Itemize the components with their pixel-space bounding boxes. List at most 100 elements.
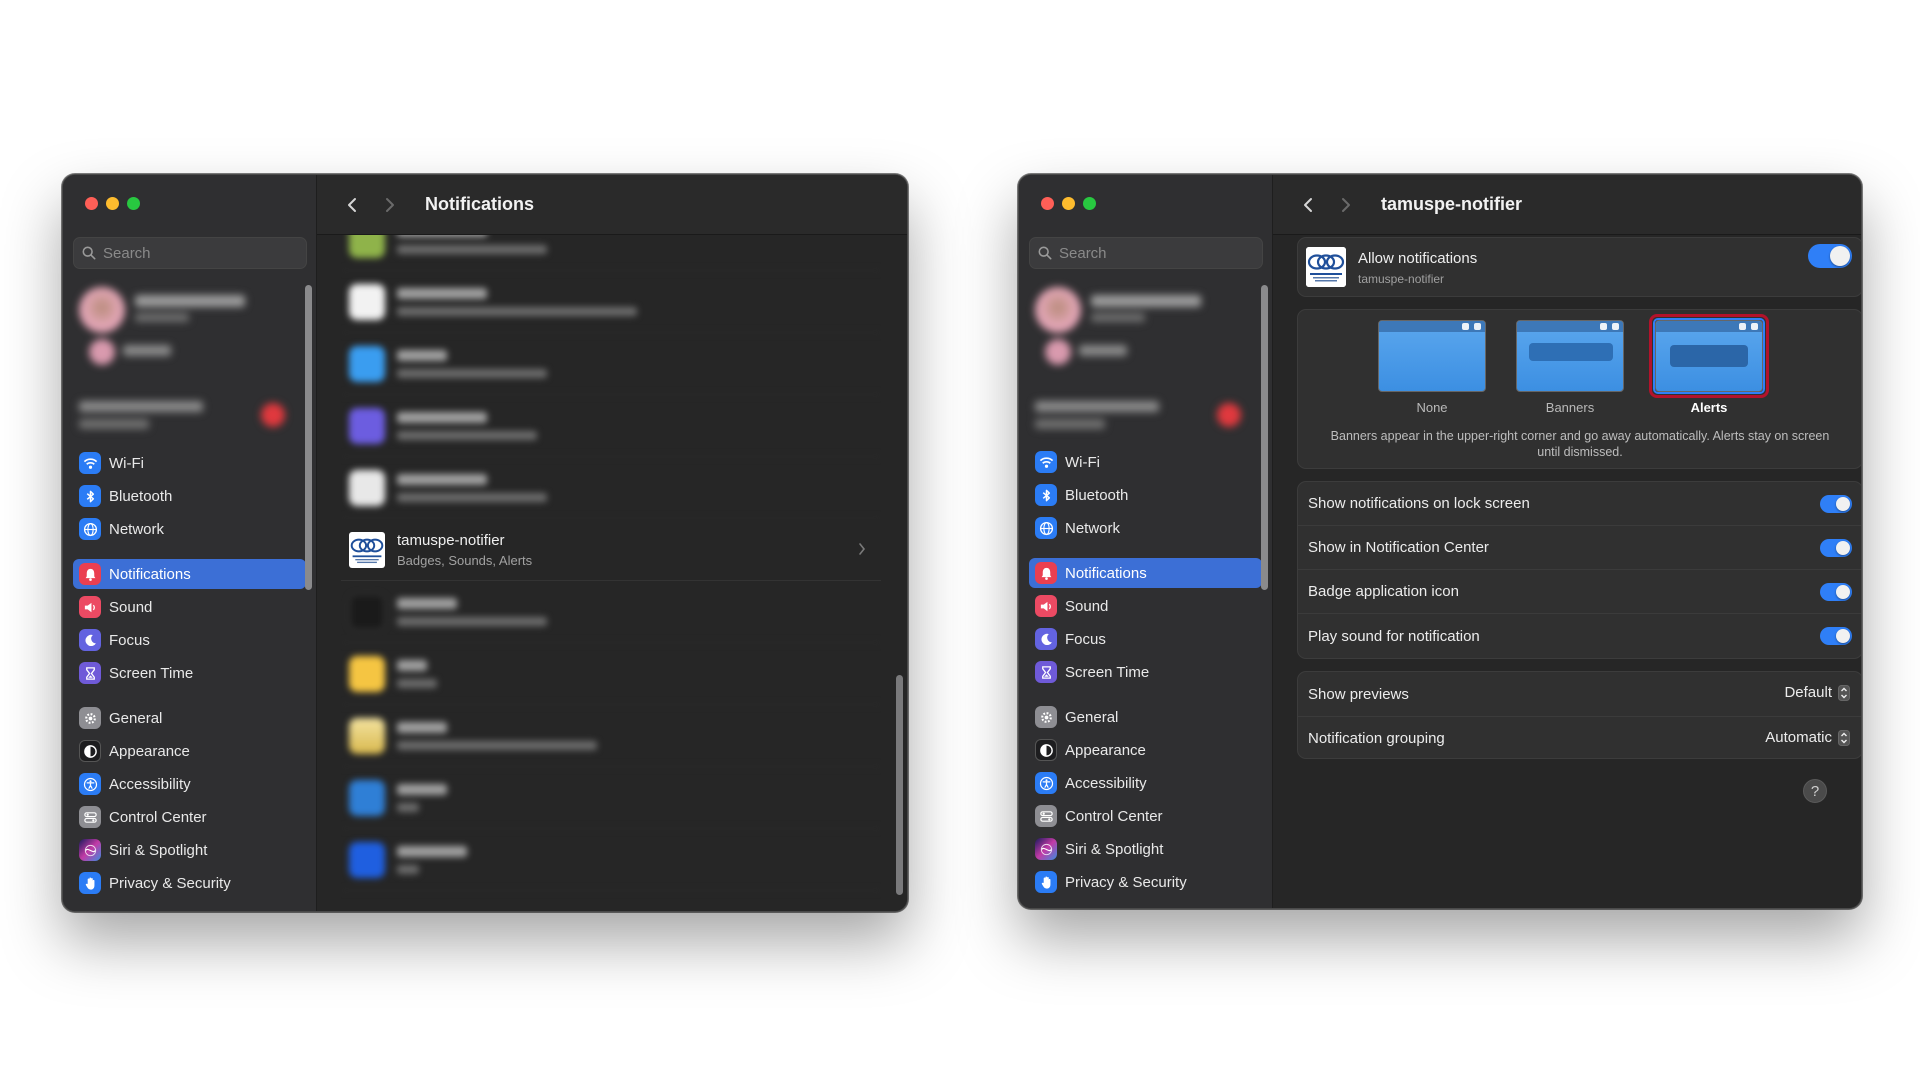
- list-item[interactable]: [341, 767, 881, 829]
- globe-icon: [1035, 517, 1057, 539]
- alert-style-banners[interactable]: Banners: [1516, 320, 1624, 415]
- sidebar-item-appearance[interactable]: Appearance: [1029, 735, 1262, 765]
- account-blurred[interactable]: [1031, 283, 1251, 393]
- show-previews-select[interactable]: Default: [1784, 684, 1850, 701]
- app-row-tamuspe-notifier[interactable]: tamuspe-notifier Badges, Sounds, Alerts: [341, 519, 881, 581]
- tamuspe-logo-icon: [1306, 247, 1346, 287]
- lock-screen-toggle[interactable]: [1820, 495, 1852, 513]
- page-title: Notifications: [425, 194, 535, 214]
- sidebar-item-privacy-security[interactable]: Privacy & Security: [73, 868, 306, 898]
- chevron-right-icon: [384, 197, 396, 213]
- search-icon: [82, 246, 96, 260]
- update-badge: [1217, 403, 1241, 427]
- sidebar-item-control-center[interactable]: Control Center: [1029, 801, 1262, 831]
- alert-style-card: None Banners Alerts Banners appear in th…: [1297, 309, 1861, 469]
- settings-window-left: Wi-Fi Bluetooth Network Notifications So…: [62, 174, 908, 912]
- sidebar-item-sound[interactable]: Sound: [1029, 591, 1262, 621]
- accessibility-icon: [79, 773, 101, 795]
- notification-grouping-select[interactable]: Automatic: [1765, 729, 1850, 746]
- sidebar-item-wifi[interactable]: Wi-Fi: [73, 448, 306, 478]
- sidebar-item-accessibility[interactable]: Accessibility: [73, 769, 306, 799]
- minimize-button[interactable]: [1062, 197, 1075, 210]
- sidebar-scrollbar[interactable]: [305, 285, 312, 590]
- search-input[interactable]: [103, 244, 293, 262]
- option-show-previews: Show previews Default: [1298, 672, 1862, 716]
- allow-notifications-toggle[interactable]: [1808, 244, 1852, 268]
- back-button[interactable]: [341, 194, 363, 216]
- sidebar-item-focus[interactable]: Focus: [1029, 624, 1262, 654]
- app-alert-summary: Badges, Sounds, Alerts: [397, 552, 533, 568]
- chevron-right-icon: [857, 541, 867, 557]
- chevron-right-icon: [1340, 197, 1352, 213]
- selected-style-highlight: [1649, 314, 1769, 398]
- search-field[interactable]: [1029, 237, 1263, 269]
- style-label-none: None: [1416, 400, 1448, 415]
- sidebar-item-control-center[interactable]: Control Center: [73, 802, 306, 832]
- allow-notifications-label: Allow notifications: [1358, 250, 1478, 267]
- list-item[interactable]: [341, 457, 881, 519]
- sidebar-item-sound[interactable]: Sound: [73, 592, 306, 622]
- option-lock-screen: Show notifications on lock screen: [1298, 482, 1861, 526]
- list-item[interactable]: [341, 271, 881, 333]
- sidebar-item-bluetooth[interactable]: Bluetooth: [1029, 480, 1262, 510]
- notification-center-toggle[interactable]: [1820, 539, 1852, 557]
- search-input[interactable]: [1059, 244, 1249, 262]
- main-scrollbar[interactable]: [896, 675, 903, 895]
- updown-chevron-icon: [1838, 730, 1850, 746]
- badge-icon-toggle[interactable]: [1820, 583, 1852, 601]
- main-pane: Notifications tamuspe-notifier Badges, S…: [317, 175, 907, 911]
- sidebar-item-siri-spotlight[interactable]: Siri & Spotlight: [73, 835, 306, 865]
- zoom-button[interactable]: [1083, 197, 1096, 210]
- zoom-button[interactable]: [127, 197, 140, 210]
- gear-icon: [1035, 706, 1057, 728]
- list-item[interactable]: [341, 333, 881, 395]
- sidebar-item-general[interactable]: General: [73, 703, 306, 733]
- list-item[interactable]: [341, 395, 881, 457]
- help-button[interactable]: ?: [1803, 779, 1827, 803]
- list-item[interactable]: [341, 235, 881, 271]
- sidebar-item-general[interactable]: General: [1029, 702, 1262, 732]
- sidebar-item-siri-spotlight[interactable]: Siri & Spotlight: [1029, 834, 1262, 864]
- sidebar-item-wifi[interactable]: Wi-Fi: [1029, 447, 1262, 477]
- option-badge-icon: Badge application icon: [1298, 570, 1861, 614]
- sidebar-item-focus[interactable]: Focus: [73, 625, 306, 655]
- sidebar-item-accessibility[interactable]: Accessibility: [1029, 768, 1262, 798]
- close-button[interactable]: [1041, 197, 1054, 210]
- alert-style-description: Banners appear in the upper-right corner…: [1330, 429, 1830, 459]
- play-sound-toggle[interactable]: [1820, 627, 1852, 645]
- back-button[interactable]: [1297, 194, 1319, 216]
- accessibility-icon: [1035, 772, 1057, 794]
- sidebar-scrollbar[interactable]: [1261, 285, 1268, 590]
- list-item[interactable]: [341, 643, 881, 705]
- option-play-sound: Play sound for notification: [1298, 614, 1861, 658]
- search-field[interactable]: [73, 237, 307, 269]
- update-badge: [261, 403, 285, 427]
- sidebar-item-privacy-security[interactable]: Privacy & Security: [1029, 867, 1262, 897]
- option-notification-center: Show in Notification Center: [1298, 526, 1861, 570]
- close-button[interactable]: [85, 197, 98, 210]
- minimize-button[interactable]: [106, 197, 119, 210]
- alert-style-none[interactable]: None: [1378, 320, 1486, 415]
- list-item[interactable]: [341, 705, 881, 767]
- sidebar-item-network[interactable]: Network: [1029, 513, 1262, 543]
- forward-button[interactable]: [379, 194, 401, 216]
- sidebar-item-appearance[interactable]: Appearance: [73, 736, 306, 766]
- account-blurred[interactable]: [75, 283, 295, 393]
- software-update-blurred[interactable]: [75, 395, 295, 439]
- list-item[interactable]: [341, 829, 881, 891]
- moon-icon: [1035, 628, 1057, 650]
- forward-button[interactable]: [1335, 194, 1357, 216]
- sidebar-item-network[interactable]: Network: [73, 514, 306, 544]
- sidebar-item-notifications[interactable]: Notifications: [73, 559, 306, 589]
- sidebar-item-screen-time[interactable]: Screen Time: [1029, 657, 1262, 687]
- sidebar-list: Wi-Fi Bluetooth Network Notifications So…: [1029, 447, 1262, 900]
- family-avatar: [1045, 339, 1071, 365]
- sidebar-item-notifications[interactable]: Notifications: [1029, 558, 1262, 588]
- allow-notifications-app-name: tamuspe-notifier: [1358, 272, 1445, 286]
- sidebar-item-bluetooth[interactable]: Bluetooth: [73, 481, 306, 511]
- software-update-blurred[interactable]: [1031, 395, 1251, 439]
- list-item[interactable]: [341, 581, 881, 643]
- style-banners-preview: [1516, 320, 1624, 392]
- family-avatar: [89, 339, 115, 365]
- sidebar-item-screen-time[interactable]: Screen Time: [73, 658, 306, 688]
